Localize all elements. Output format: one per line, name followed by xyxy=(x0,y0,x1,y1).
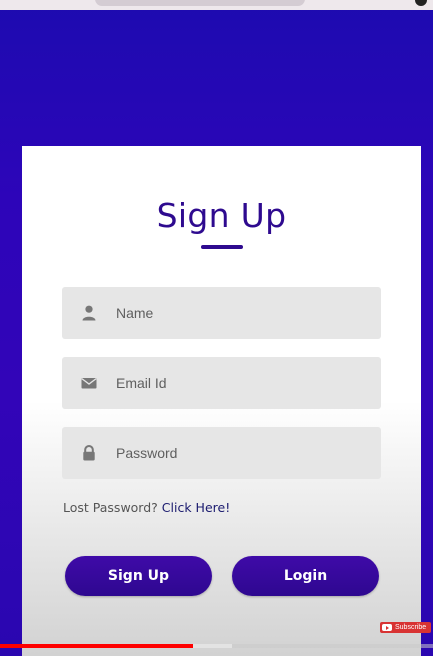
lost-password-text: Lost Password? xyxy=(63,500,158,515)
page-title: Sign Up xyxy=(156,196,287,235)
signup-button[interactable]: Sign Up xyxy=(65,556,212,596)
subscribe-label: Subscribe xyxy=(395,624,427,631)
signup-card: Sign Up Lost Password? xyxy=(22,146,421,656)
address-bar[interactable] xyxy=(95,0,305,6)
lock-icon xyxy=(80,444,98,462)
browser-icon[interactable] xyxy=(415,0,427,6)
video-progress-played xyxy=(0,644,193,648)
password-input[interactable] xyxy=(116,427,366,479)
email-input[interactable] xyxy=(116,357,366,409)
user-icon xyxy=(80,304,98,322)
lost-password-row: Lost Password? Click Here! xyxy=(63,500,230,515)
title-underline xyxy=(201,245,243,249)
email-field-container[interactable] xyxy=(62,357,381,409)
lost-password-link[interactable]: Click Here! xyxy=(162,500,230,515)
envelope-icon xyxy=(80,374,98,392)
youtube-play-icon xyxy=(382,624,392,631)
video-progress-bar[interactable] xyxy=(0,644,433,648)
password-field-container[interactable] xyxy=(62,427,381,479)
browser-top-bar xyxy=(0,0,433,10)
subscribe-button[interactable]: Subscribe xyxy=(380,622,431,633)
name-input[interactable] xyxy=(116,287,366,339)
login-button[interactable]: Login xyxy=(232,556,379,596)
name-field-container[interactable] xyxy=(62,287,381,339)
